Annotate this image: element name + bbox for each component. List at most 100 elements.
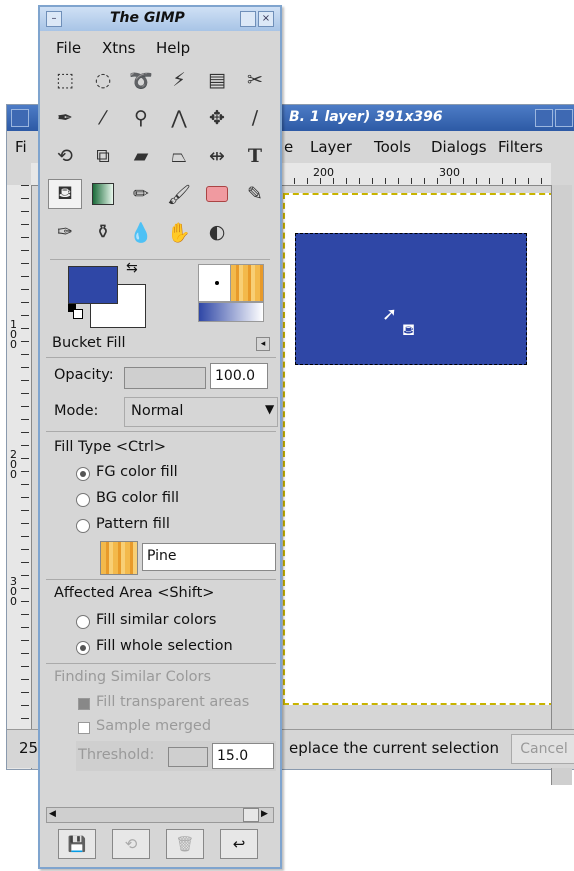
- fill-type-fg[interactable]: FG color fill: [76, 463, 276, 485]
- rect-select-icon[interactable]: ⬚: [48, 65, 82, 95]
- radio-button[interactable]: [76, 493, 90, 507]
- color-picker-icon[interactable]: ⁄: [86, 103, 120, 133]
- tool-grid: ⬚ ◌ ➰ ⚡ ▤ ✂ ✒ ⁄ ⚲ ⋀ ✥ ∕ ⟲ ⧉ ▰ ⏢ ⇹ T ⛾ ✏ …: [44, 65, 276, 257]
- toolbox-window: – The GIMP × File Xtns Help ⬚ ◌ ➰ ⚡ ▤ ✂ …: [38, 5, 282, 869]
- paths-icon[interactable]: ✒: [48, 103, 82, 133]
- opacity-slider[interactable]: [124, 367, 206, 389]
- lasso-icon[interactable]: ➰: [124, 65, 158, 95]
- threshold-slider[interactable]: [168, 747, 208, 767]
- gradient-preview[interactable]: [198, 302, 264, 322]
- eraser-icon[interactable]: [200, 179, 234, 209]
- menu-tools[interactable]: Tools: [374, 138, 411, 156]
- move-icon[interactable]: ✥: [200, 103, 234, 133]
- opacity-value[interactable]: 100.0: [210, 363, 268, 389]
- perspective-icon[interactable]: ⏢: [162, 141, 196, 171]
- clone-icon[interactable]: ⚱: [86, 217, 120, 247]
- menu-file[interactable]: Fi: [15, 138, 27, 156]
- menu-help[interactable]: Help: [156, 39, 190, 57]
- divider: [46, 579, 276, 580]
- scroll-left-icon[interactable]: ◀: [49, 809, 56, 819]
- affected-area-label: Affected Area <Shift>: [54, 585, 215, 601]
- menu-dialogs[interactable]: Dialogs: [431, 138, 487, 156]
- fill-type-bg[interactable]: BG color fill: [76, 489, 276, 511]
- foreground-color-swatch[interactable]: [68, 266, 118, 304]
- image-window-title: B. 1 layer) 391x396: [289, 109, 443, 125]
- zoom-level[interactable]: 25: [19, 739, 38, 757]
- default-colors-icon[interactable]: [68, 304, 84, 319]
- similar-colors-label: Finding Similar Colors: [54, 669, 212, 685]
- measure-icon[interactable]: ⋀: [162, 103, 196, 133]
- radio-button[interactable]: [76, 467, 90, 481]
- fill-type-fg-label: FG color fill: [96, 464, 178, 480]
- toolbox-titlebar[interactable]: – The GIMP ×: [40, 7, 280, 31]
- scissors-icon[interactable]: ✂: [238, 65, 272, 95]
- pattern-preview[interactable]: [230, 264, 264, 302]
- mode-dropdown[interactable]: Normal ▼: [124, 397, 278, 427]
- scroll-right-icon[interactable]: ▶: [261, 809, 268, 819]
- radio-button[interactable]: [76, 641, 90, 655]
- magic-wand-icon[interactable]: ⚡: [162, 65, 196, 95]
- vertical-scrollbar[interactable]: [551, 185, 572, 785]
- threshold-label: Threshold:: [78, 747, 155, 763]
- reset-options-icon[interactable]: ↩: [220, 829, 258, 859]
- fill-type-pattern[interactable]: Pattern fill: [76, 515, 276, 537]
- toolbox-title: The GIMP: [110, 10, 185, 26]
- text-icon[interactable]: T: [238, 141, 272, 171]
- options-menu-icon[interactable]: ◂: [256, 337, 270, 351]
- menu-xtns[interactable]: Xtns: [102, 39, 135, 57]
- pencil-icon[interactable]: ✏: [124, 179, 158, 209]
- affected-similar-label: Fill similar colors: [96, 612, 217, 628]
- paintbrush-icon[interactable]: 🖌: [162, 179, 196, 209]
- pattern-name-field[interactable]: Pine: [142, 543, 276, 571]
- gradient-icon[interactable]: [86, 179, 120, 209]
- knife-icon[interactable]: ∕: [238, 103, 272, 133]
- swap-colors-icon[interactable]: ⇆: [126, 260, 138, 276]
- ellipse-select-icon[interactable]: ◌: [86, 65, 120, 95]
- pattern-swatch[interactable]: [100, 541, 138, 575]
- menu-image[interactable]: e: [284, 138, 293, 156]
- affected-whole[interactable]: Fill whole selection: [76, 637, 276, 659]
- restore-options-icon[interactable]: ⟲: [112, 829, 150, 859]
- window-menu-icon[interactable]: –: [46, 11, 62, 27]
- checkbox[interactable]: [78, 722, 90, 734]
- dodge-icon[interactable]: ◐: [200, 217, 234, 247]
- window-menu-icon[interactable]: [11, 109, 29, 127]
- shear-icon[interactable]: ▰: [124, 141, 158, 171]
- close-icon[interactable]: [555, 109, 573, 127]
- menu-layer[interactable]: Layer: [310, 138, 352, 156]
- tool-options-panel: Bucket Fill ◂ Opacity: 100.0 Mode: Norma…: [44, 329, 280, 849]
- fill-transparent-option[interactable]: Fill transparent areas: [78, 693, 278, 715]
- fill-transparent-label: Fill transparent areas: [96, 694, 250, 710]
- close-icon[interactable]: ×: [258, 11, 274, 27]
- vertical-ruler[interactable]: 1 0 0 2 0 0 3 0 0: [7, 185, 32, 769]
- zoom-icon[interactable]: ⚲: [124, 103, 158, 133]
- save-options-icon[interactable]: 💾: [58, 829, 96, 859]
- menu-filters[interactable]: Filters: [498, 138, 543, 156]
- radio-button[interactable]: [76, 615, 90, 629]
- sample-merged-option[interactable]: Sample merged: [78, 717, 278, 739]
- menu-file[interactable]: File: [56, 39, 81, 57]
- blur-icon[interactable]: 💧: [124, 217, 158, 247]
- checkbox[interactable]: [78, 698, 90, 710]
- affected-similar[interactable]: Fill similar colors: [76, 611, 276, 633]
- smudge-icon[interactable]: ✋: [162, 217, 196, 247]
- scroll-thumb[interactable]: [243, 808, 259, 822]
- maximize-icon[interactable]: [240, 11, 256, 27]
- delete-options-icon[interactable]: 🗑: [166, 829, 204, 859]
- maximize-icon[interactable]: [535, 109, 553, 127]
- horizontal-scrollbar[interactable]: ◀ ▶: [46, 807, 274, 823]
- threshold-value[interactable]: 15.0: [212, 743, 274, 769]
- selection-blue-fill[interactable]: ➚ ⛾: [295, 233, 527, 365]
- toolbox-menubar: File Xtns Help: [40, 33, 280, 61]
- bucket-fill-icon[interactable]: ⛾: [48, 179, 82, 209]
- select-by-color-icon[interactable]: ▤: [200, 65, 234, 95]
- flip-icon[interactable]: ⇹: [200, 141, 234, 171]
- scale-icon[interactable]: ⧉: [86, 141, 120, 171]
- fill-type-label: Fill Type <Ctrl>: [54, 439, 166, 455]
- ink-icon[interactable]: ✑: [48, 217, 82, 247]
- cancel-button[interactable]: Cancel: [511, 734, 574, 764]
- radio-button[interactable]: [76, 519, 90, 533]
- color-area: ⇆: [50, 259, 270, 330]
- rotate-icon[interactable]: ⟲: [48, 141, 82, 171]
- airbrush-icon[interactable]: ✎: [238, 179, 272, 209]
